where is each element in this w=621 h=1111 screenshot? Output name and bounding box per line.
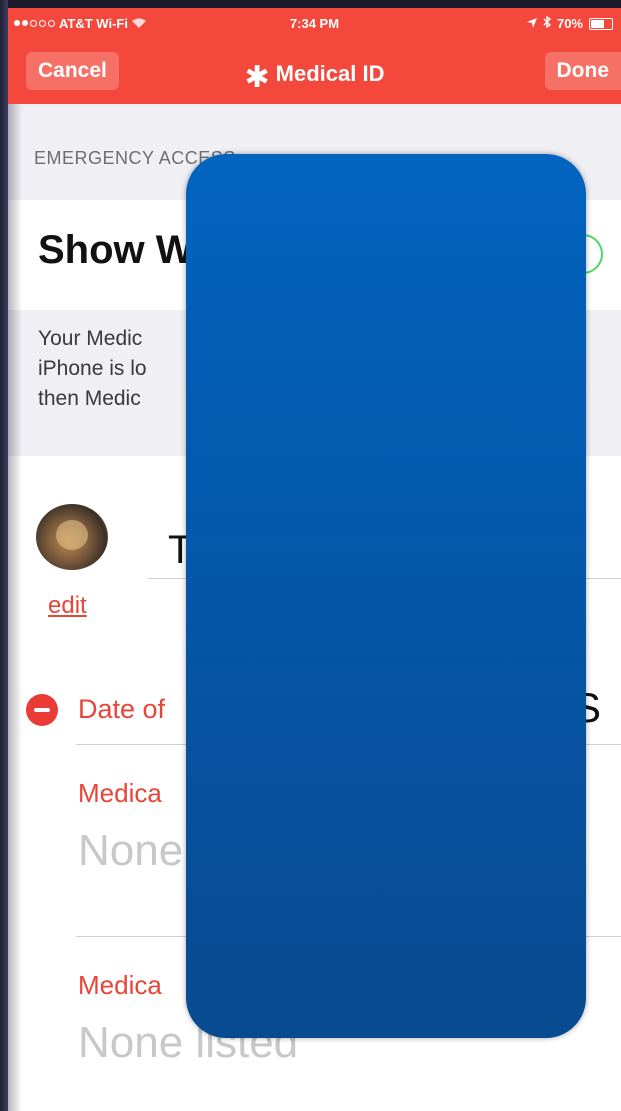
status-right: 70% xyxy=(526,15,613,31)
location-icon xyxy=(526,16,537,31)
medical-asterisk-icon: ✱ xyxy=(244,61,270,94)
bluetooth-icon xyxy=(543,15,552,31)
frame-edge xyxy=(0,0,8,1111)
medical-conditions-label: Medica xyxy=(78,778,162,808)
blue-redaction-overlay xyxy=(186,154,586,1038)
phone-screen: AT&T Wi-Fi 7:34 PM 70% Cancel ✱ Medical … xyxy=(8,8,621,1111)
nav-title: ✱ Medical ID xyxy=(8,60,621,95)
status-bar: AT&T Wi-Fi 7:34 PM 70% xyxy=(8,8,621,42)
remove-dob-icon[interactable] xyxy=(26,694,58,726)
battery-icon xyxy=(589,17,613,30)
edit-photo-link[interactable]: edit xyxy=(48,592,87,620)
navigation-bar: Cancel ✱ Medical ID Done xyxy=(8,48,621,96)
done-button[interactable]: Done xyxy=(544,52,621,90)
top-edge xyxy=(0,0,621,8)
show-when-locked-label: Show W xyxy=(38,228,194,272)
nav-title-text: Medical ID xyxy=(275,61,385,86)
battery-percent: 70% xyxy=(556,16,583,31)
header: AT&T Wi-Fi 7:34 PM 70% Cancel ✱ Medical … xyxy=(8,8,621,104)
left-shadow xyxy=(8,104,22,1111)
dob-label: Date of xyxy=(78,694,166,724)
avatar-photo xyxy=(56,520,88,550)
battery-fill xyxy=(591,19,604,28)
avatar[interactable] xyxy=(36,504,108,570)
medical-notes-label: Medica xyxy=(78,970,162,1000)
emergency-description-text: Your Medic iPhone is lo then Medic xyxy=(38,327,147,410)
medical-conditions-value[interactable]: None xyxy=(78,826,183,876)
